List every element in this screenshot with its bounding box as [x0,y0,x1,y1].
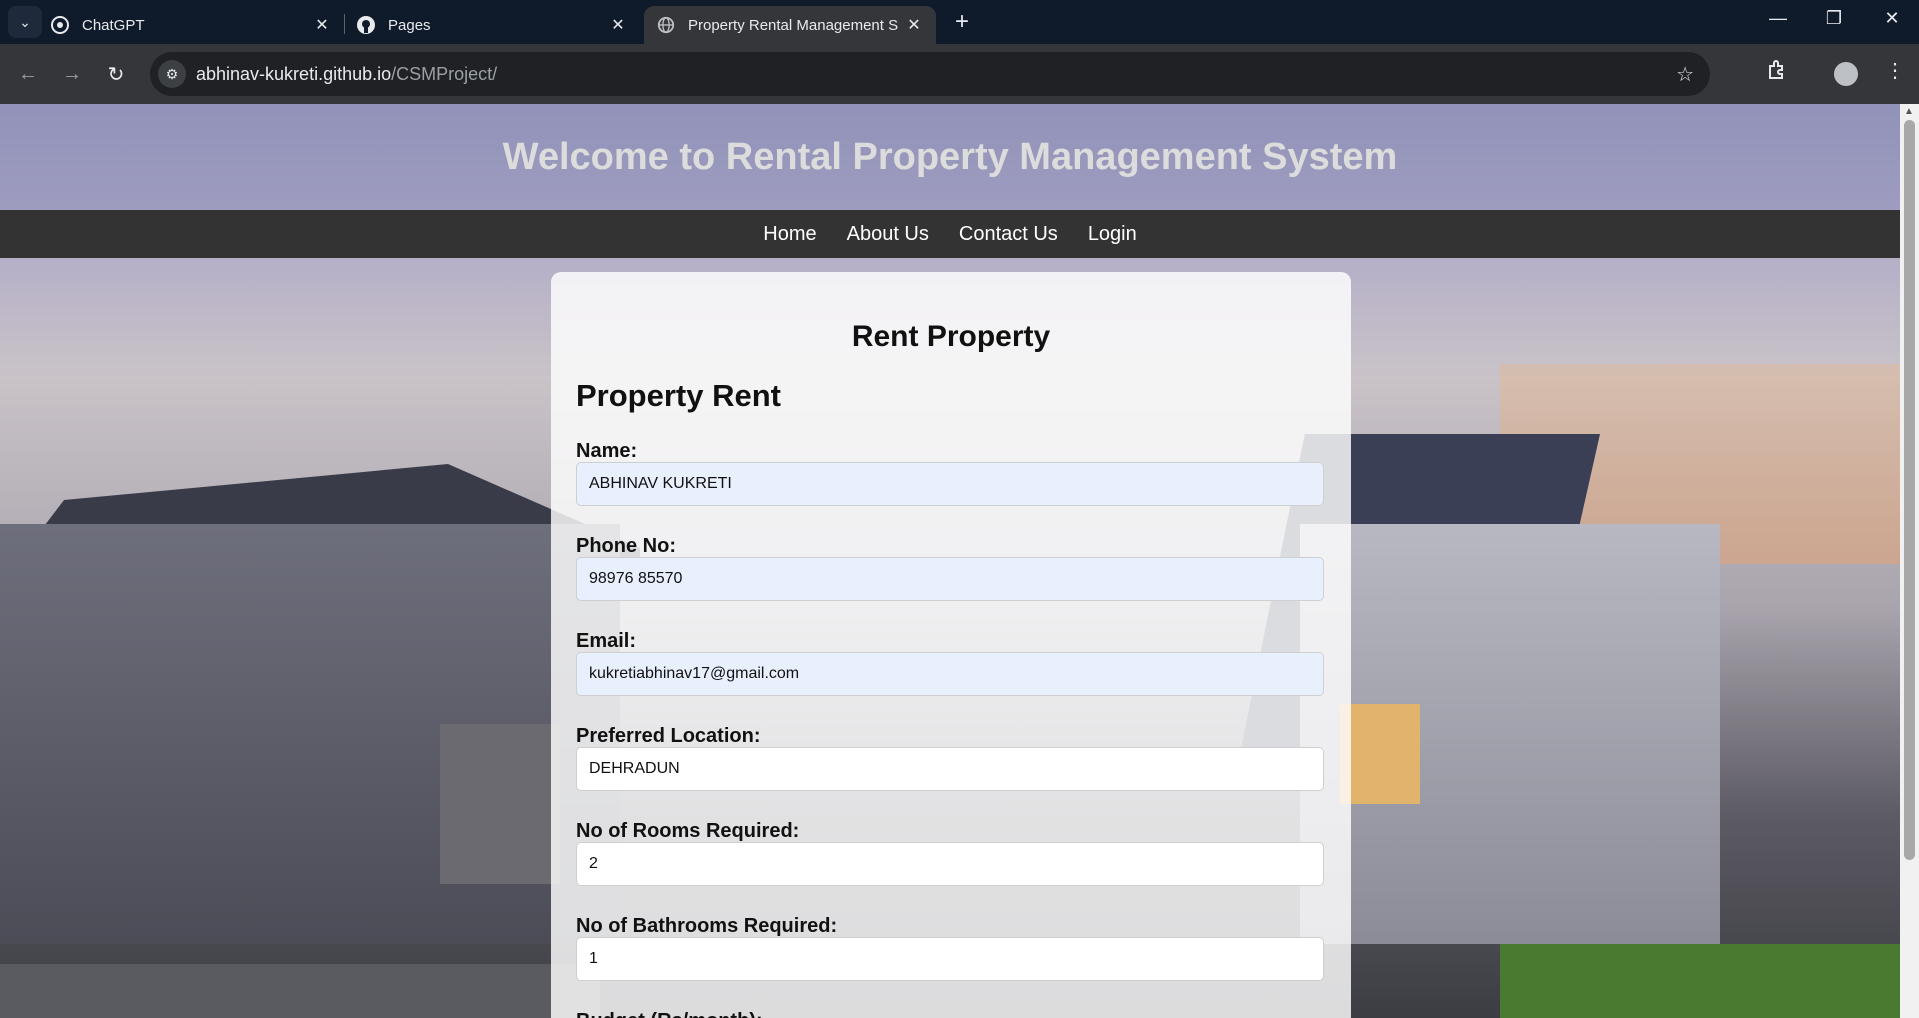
vertical-scrollbar[interactable]: ▲ [1900,104,1919,1018]
email-field[interactable]: kukretiabhinav17@gmail.com [576,652,1324,696]
globe-icon [656,15,676,35]
close-icon[interactable]: ✕ [608,15,628,35]
site-header: Welcome to Rental Property Management Sy… [0,104,1900,210]
background-window [1340,704,1420,804]
minimize-icon: — [1769,8,1787,28]
name-field[interactable]: ABHINAV KUKRETI [576,462,1324,506]
arrow-right-icon: → [62,62,82,85]
restore-button[interactable]: ❐ [1814,8,1854,29]
address-bar[interactable]: ⚙ abhinav-kukreti.github.io/CSMProject/ … [150,52,1710,96]
browser-toolbar: ← → ↻ ⚙ abhinav-kukreti.github.io/CSMPro… [0,44,1919,104]
rent-form-card: Rent Property Property Rent Name: ABHINA… [551,272,1351,1018]
close-window-button[interactable]: ✕ [1872,8,1912,29]
location-field[interactable]: DEHRADUN [576,747,1324,791]
arrow-left-icon: ← [18,62,38,85]
name-label: Name: [576,440,638,462]
tab-property-rental[interactable]: Property Rental Management S ✕ [644,6,936,44]
location-label: Preferred Location: [576,725,761,747]
browser-tab-strip: ⌄ ChatGPT ✕ Pages ✕ Property Rental Mana… [0,0,1919,44]
rooms-label: No of Rooms Required: [576,820,800,842]
nav-home[interactable]: Home [748,223,831,246]
url-path: /CSMProject/ [391,64,498,84]
background-lawn [1500,944,1919,1018]
more-menu-icon[interactable]: ⋮ [1885,58,1905,83]
phone-field[interactable]: 98976 85570 [576,557,1324,601]
scroll-thumb[interactable] [1904,120,1915,860]
budget-label: Budget (Rs/month): [576,1010,763,1018]
tab-separator [344,14,345,34]
chevron-down-icon: ⌄ [19,13,31,30]
bookmark-star-icon[interactable]: ☆ [1676,62,1694,87]
url-text[interactable]: abhinav-kukreti.github.io/CSMProject/ [196,64,497,85]
nav-about-us[interactable]: About Us [832,223,944,246]
close-icon[interactable]: ✕ [904,15,924,35]
form-title: Property Rent [576,378,781,413]
background-garage [440,724,560,884]
phone-label: Phone No: [576,535,676,557]
main-nav: Home About Us Contact Us Login [0,210,1900,258]
url-host: abhinav-kukreti.github.io [196,64,392,84]
tab-title: Pages [388,16,431,34]
email-label: Email: [576,630,637,652]
tab-title: Property Rental Management S [688,16,899,34]
tab-title: ChatGPT [82,16,145,34]
card-title: Rent Property [851,320,1051,353]
profile-avatar[interactable] [1834,62,1858,86]
close-icon[interactable]: ✕ [312,15,332,35]
reload-icon: ↻ [107,63,125,86]
restore-icon: ❐ [1825,8,1843,28]
tab-chatgpt[interactable]: ChatGPT ✕ [50,6,332,44]
bathrooms-field[interactable]: 1 [576,937,1324,981]
plus-icon: + [954,8,969,35]
minimize-button[interactable]: — [1758,8,1798,29]
nav-contact-us[interactable]: Contact Us [944,223,1073,246]
page-viewport: Welcome to Rental Property Management Sy… [0,104,1919,1018]
back-button[interactable]: ← [12,58,44,90]
github-icon [356,15,376,35]
chatgpt-icon [50,15,70,35]
site-info-icon[interactable]: ⚙ [158,60,186,88]
page-title: Welcome to Rental Property Management Sy… [502,135,1398,178]
tab-pages[interactable]: Pages ✕ [356,6,628,44]
new-tab-button[interactable]: + [948,8,976,36]
reload-button[interactable]: ↻ [100,58,132,90]
scroll-up-icon[interactable]: ▲ [1904,106,1914,117]
bathrooms-label: No of Bathrooms Required: [576,915,838,937]
close-icon: ✕ [1884,8,1900,28]
rooms-field[interactable]: 2 [576,842,1324,886]
background-driveway [0,964,600,1018]
tab-search-button[interactable]: ⌄ [8,6,42,38]
forward-button[interactable]: → [56,58,88,90]
nav-login[interactable]: Login [1073,223,1152,246]
extensions-icon[interactable] [1766,58,1794,86]
